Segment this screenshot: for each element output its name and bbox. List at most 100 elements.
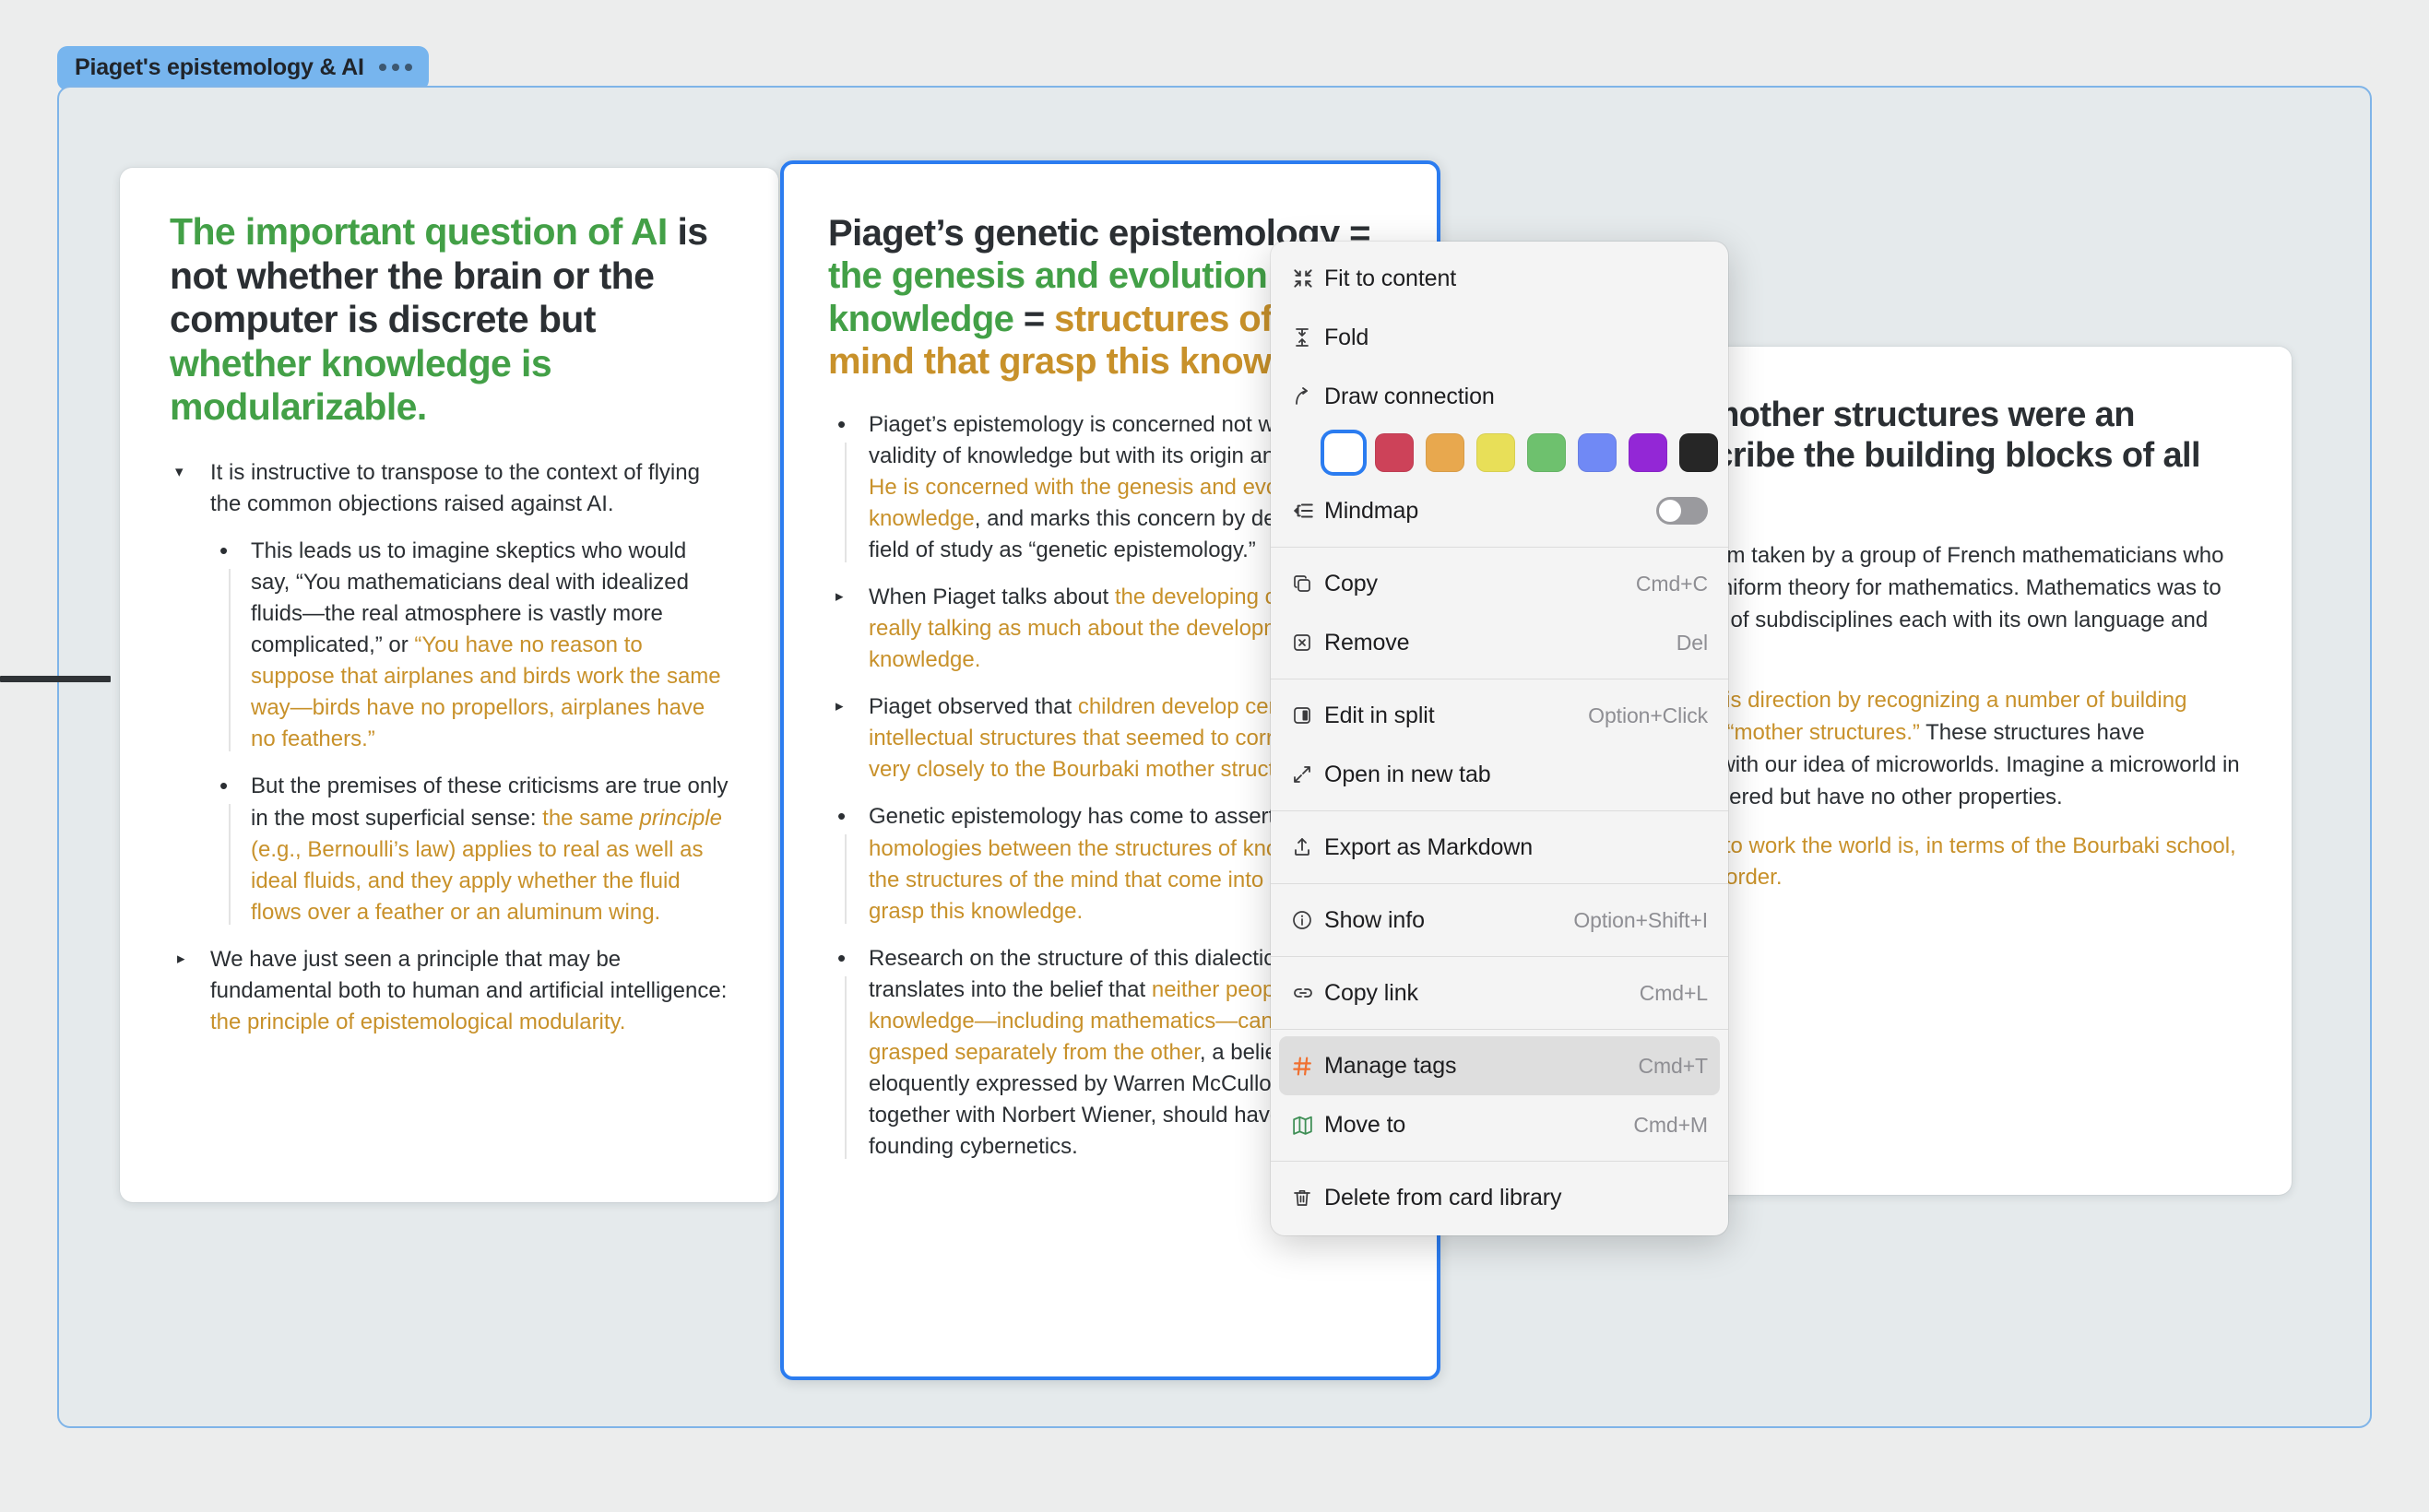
menu-item-shortcut: Cmd+L [1639,980,1708,1005]
swatch-white[interactable] [1324,433,1363,472]
map-icon [1291,1114,1324,1137]
menu-item-label: Copy link [1324,979,1418,1006]
mindmap-icon [1291,499,1324,523]
menu-item-shortcut: Cmd+T [1638,1053,1708,1078]
copy-icon [1291,573,1324,595]
list-item-text: Genetic epistemology has come to assert [869,804,1275,830]
menu-item-label: Fold [1324,324,1369,350]
menu-item-label: Fit to content [1324,265,1457,291]
menu-item-label: Draw connection [1324,383,1495,409]
menu-item-label: Move to [1324,1111,1406,1138]
swatch-red[interactable] [1375,433,1414,472]
menu-item-manage-tags[interactable]: Manage tags Cmd+T [1279,1036,1720,1095]
list-item-text: It is instructive to transpose to the co… [210,459,700,516]
menu-item-label: Mindmap [1324,497,1419,524]
card-context-menu[interactable]: Fit to content Fold Draw connection Mind… [1271,242,1728,1235]
swatch-purple[interactable] [1629,433,1667,472]
connection-line [0,676,111,682]
indent-rail [229,804,231,925]
menu-item-label: Delete from card library [1324,1184,1562,1211]
list-item[interactable]: ▾ It is instructive to transpose to the … [170,457,729,520]
swatch-orange[interactable] [1426,433,1464,472]
menu-item-shortcut: Option+Shift+I [1573,907,1708,932]
indent-rail [229,568,231,752]
menu-item-label: Manage tags [1324,1052,1457,1079]
menu-item-shortcut: Option+Click [1588,703,1708,727]
more-horizontal-icon[interactable] [378,63,412,73]
link-icon [1291,982,1324,1004]
menu-item-edit-in-split[interactable]: Edit in split Option+Click [1279,686,1720,745]
triangle-down-icon[interactable]: ▾ [175,461,184,483]
bullet-list: ▾ It is instructive to transpose to the … [170,457,729,1038]
hash-icon [1291,1055,1324,1078]
remove-icon [1291,632,1324,654]
menu-item-copy-link[interactable]: Copy link Cmd+L [1279,963,1720,1022]
menu-item-export-as-markdown[interactable]: Export as Markdown [1279,818,1720,877]
menu-item-label: Remove [1324,629,1410,656]
menu-divider [1271,1161,1728,1162]
list-item-text: Piaget observed that [869,694,1078,720]
list-item[interactable]: • But the premises of these criticisms a… [210,771,729,927]
menu-item-fold[interactable]: Fold [1279,308,1720,367]
menu-divider [1271,1029,1728,1030]
triangle-right-icon[interactable]: ▸ [835,695,844,717]
menu-item-shortcut: Cmd+M [1633,1112,1708,1137]
menu-item-shortcut: Del [1676,630,1708,655]
menu-item-copy[interactable]: Copy Cmd+C [1279,554,1720,613]
list-item-highlight: the principle of epistemological modular… [210,1009,626,1034]
menu-divider [1271,956,1728,957]
menu-item-delete-from-card-library[interactable]: Delete from card library [1279,1168,1720,1227]
bullet-dot-icon: • [837,943,847,972]
list-item[interactable]: • This leads us to imagine skeptics who … [210,536,729,756]
menu-item-draw-connection[interactable]: Draw connection [1279,367,1720,426]
swatch-yellow[interactable] [1476,433,1515,472]
mindmap-toggle[interactable] [1656,497,1708,525]
bullet-dot-icon: • [837,802,847,831]
triangle-right-icon[interactable]: ▸ [835,585,844,608]
list-item-emphasis: principle [639,805,722,831]
list-item-highlight: the same [542,805,640,831]
indent-rail [845,442,847,562]
menu-item-label: Show info [1324,906,1425,933]
indent-rail [845,975,847,1160]
tab-piagets-epistemology-and-ai[interactable]: Piaget's epistemology & AI [57,46,429,90]
triangle-right-icon[interactable]: ▸ [177,948,185,970]
indent-rail [845,834,847,924]
list-item-highlight-2: (e.g., Bernoulli’s law) applies to real … [251,836,704,925]
menu-item-label: Open in new tab [1324,761,1491,787]
menu-item-open-in-new-tab[interactable]: Open in new tab [1279,745,1720,804]
menu-item-label: Export as Markdown [1324,833,1534,860]
tab-label: Piaget's epistemology & AI [75,54,364,80]
open-in-new-tab-icon [1291,763,1324,786]
title-span-green: The important question of AI [170,210,678,253]
list-item-text: We have just seen a principle that may b… [210,946,728,1003]
menu-item-shortcut: Cmd+C [1635,571,1708,596]
card-title: The important question of AI is not whet… [170,210,729,430]
color-swatch-row[interactable] [1271,426,1728,481]
menu-item-fit-to-content[interactable]: Fit to content [1279,249,1720,308]
list-item-text: When Piaget talks about [869,584,1115,609]
bullet-dot-icon: • [219,536,229,564]
card-important-question-of-ai[interactable]: The important question of AI is not whet… [120,168,778,1202]
fold-icon [1291,325,1324,349]
swatch-black[interactable] [1679,433,1718,472]
menu-item-label: Copy [1324,570,1378,597]
title-span-green-2: whether knowledge is modularizable. [170,341,552,429]
menu-item-mindmap[interactable]: Mindmap [1279,481,1720,540]
edit-in-split-icon [1291,704,1324,726]
draw-connection-icon [1291,384,1324,408]
swatch-blue[interactable] [1578,433,1617,472]
menu-item-remove[interactable]: Remove Del [1279,613,1720,672]
bullet-dot-icon: • [219,772,229,800]
title-span-plain-2: = [1023,298,1055,339]
swatch-green[interactable] [1527,433,1566,472]
export-icon [1291,836,1324,858]
bullet-dot-icon: • [837,409,847,438]
list-item[interactable]: ▸ We have just seen a principle that may… [170,944,729,1038]
menu-item-move-to[interactable]: Move to Cmd+M [1279,1095,1720,1154]
tab-strip: Piaget's epistemology & AI [57,46,429,90]
menu-item-show-info[interactable]: Show info Option+Shift+I [1279,891,1720,950]
trash-icon [1291,1187,1324,1209]
menu-divider [1271,883,1728,884]
menu-item-label: Edit in split [1324,702,1435,728]
